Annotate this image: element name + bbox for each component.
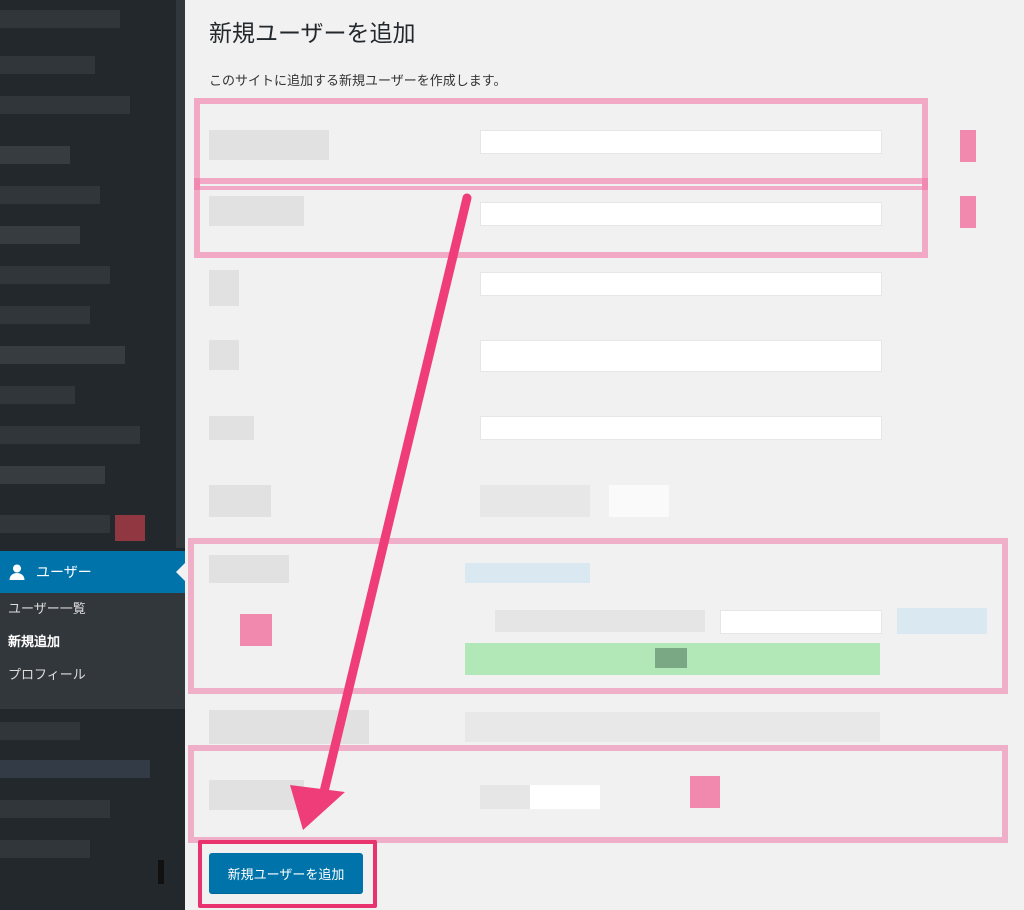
blurred-menu-item[interactable] [0,56,95,74]
language-select-arrow[interactable] [609,485,669,517]
highlight-box-email [194,178,928,258]
required-mark [960,196,976,228]
required-mark [690,776,720,808]
field-label [209,416,254,440]
users-submenu: ユーザー一覧 新規追加 プロフィール [0,593,185,709]
language-select[interactable] [480,485,590,517]
active-menu-arrow [176,563,185,581]
blurred-menu-item[interactable] [0,722,80,740]
user-icon [8,563,26,581]
send-notification-checkbox[interactable] [465,712,880,742]
blurred-menu-item[interactable] [0,515,110,533]
blurred-menu-item[interactable] [0,226,80,244]
sidebar-scrollbar[interactable] [176,0,185,548]
blurred-menu-item[interactable] [0,386,75,404]
page-title: 新規ユーザーを追加 [209,21,416,47]
last-name-input[interactable] [480,340,882,372]
sidebar-item-label: ユーザー [36,565,92,581]
submenu-item-all-users[interactable]: ユーザー一覧 [0,593,185,626]
submenu-item-add-new[interactable]: 新規追加 [0,626,185,659]
page-description: このサイトに追加する新規ユーザーを作成します。 [209,74,507,89]
field-label [209,485,271,517]
highlight-box-password [188,538,1008,694]
blurred-menu-item[interactable] [0,266,110,284]
submenu-item-profile[interactable]: プロフィール [0,659,185,692]
field-label [209,710,369,744]
blurred-menu-item[interactable] [0,186,100,204]
blurred-menu-item [158,860,164,884]
blurred-menu-item[interactable] [0,760,150,778]
website-input[interactable] [480,416,882,440]
highlight-box-role [188,745,1008,843]
first-name-input[interactable] [480,272,882,296]
blurred-menu-item[interactable] [0,466,105,484]
blurred-menu-item[interactable] [0,146,70,164]
required-mark [960,130,976,162]
field-label [209,340,239,370]
blurred-menu-item[interactable] [0,96,130,114]
add-new-user-button[interactable]: 新規ユーザーを追加 [209,853,363,893]
blurred-menu-item[interactable] [0,840,90,858]
blurred-menu-item[interactable] [0,346,125,364]
blurred-menu-item[interactable] [0,426,140,444]
required-mark [240,614,272,646]
sidebar-item-users[interactable]: ユーザー [0,551,185,593]
notification-badge [115,515,145,541]
admin-sidebar: ユーザー ユーザー一覧 新規追加 プロフィール [0,0,185,910]
highlight-box-username [194,98,928,190]
blurred-menu-item[interactable] [0,306,90,324]
blurred-menu-item[interactable] [0,800,110,818]
blurred-menu-item[interactable] [0,10,120,28]
field-label [209,270,239,306]
